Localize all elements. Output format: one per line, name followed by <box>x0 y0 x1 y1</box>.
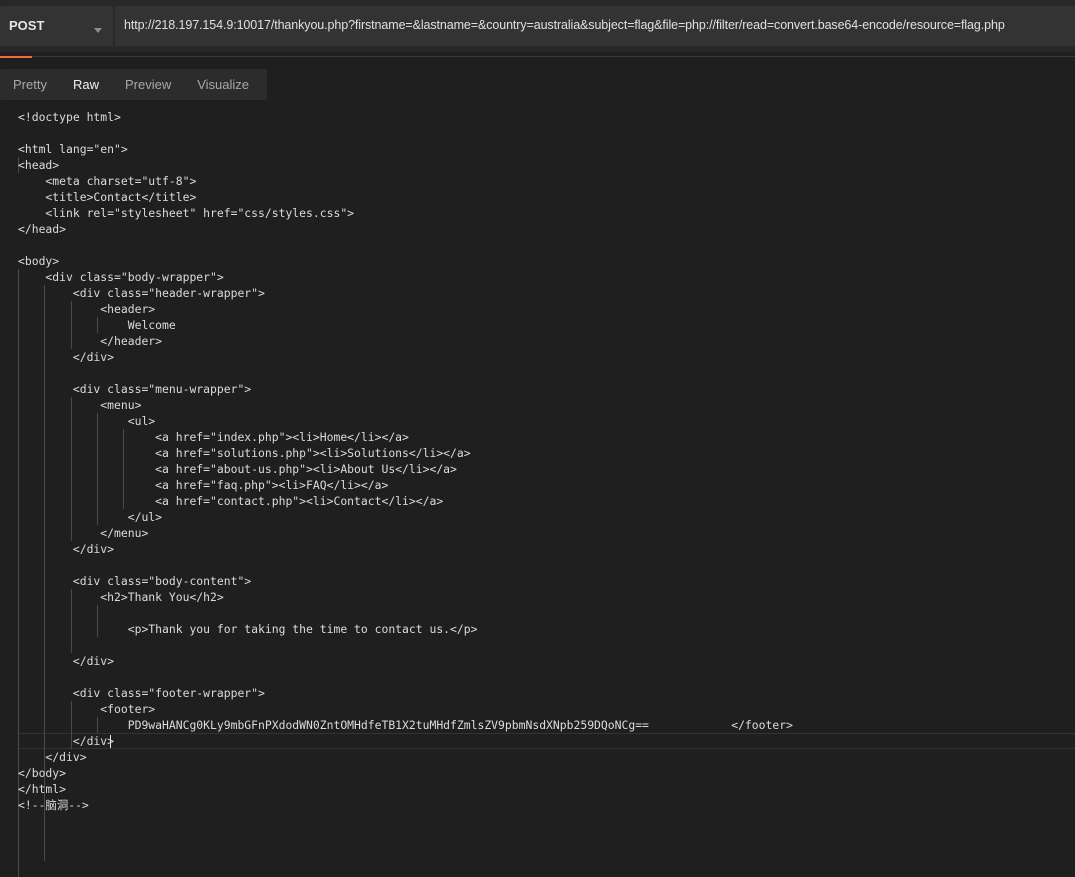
code-line: </head> <box>18 222 67 236</box>
code-line: <!doctype html> <box>18 110 121 124</box>
code-line: <title>Contact</title> <box>18 190 197 204</box>
request-bar: POST http://218.197.154.9:10017/thankyou… <box>0 0 1075 52</box>
code-line: <a href="solutions.php"><li>Solutions</l… <box>18 446 471 460</box>
code-line: <meta charset="utf-8"> <box>18 174 197 188</box>
code-line: PD9waHANCg0KLy9mbGFnPXdodWN0ZntOMHdfeTB1… <box>18 718 793 732</box>
code-line: <div class="footer-wrapper"> <box>18 686 265 700</box>
code-line: </html> <box>18 782 67 796</box>
code-line: </header> <box>18 334 163 348</box>
code-line: <div class="body-content"> <box>18 574 252 588</box>
code-line: <div class="body-wrapper"> <box>18 270 224 284</box>
code-line: <a href="faq.php"><li>FAQ</li></a> <box>18 478 389 492</box>
active-request-indicator <box>0 56 32 58</box>
code-line: <div class="menu-wrapper"> <box>18 382 252 396</box>
text-caret <box>110 735 111 748</box>
code-line: <ul> <box>18 414 156 428</box>
tab-visualize[interactable]: Visualize <box>184 69 262 100</box>
url-input[interactable]: http://218.197.154.9:10017/thankyou.php?… <box>115 6 1075 46</box>
code-line: <div class="header-wrapper"> <box>18 286 265 300</box>
code-line: </menu> <box>18 526 149 540</box>
tab-pretty[interactable]: Pretty <box>0 69 60 100</box>
code-line: <p>Thank you for taking the time to cont… <box>18 622 478 636</box>
raw-response-text[interactable]: <!doctype html> <html lang="en"> <head> <m… <box>18 109 793 813</box>
divider <box>32 56 1075 57</box>
code-line: <header> <box>18 302 156 316</box>
code-line: <footer> <box>18 702 156 716</box>
tab-preview[interactable]: Preview <box>112 69 184 100</box>
code-line: <h2>Thank You</h2> <box>18 590 224 604</box>
code-line: </body> <box>18 766 67 780</box>
response-body[interactable]: <!doctype html> <html lang="en"> <head> <m… <box>0 109 1075 877</box>
response-view-tabs: Pretty Raw Preview Visualize <box>0 69 267 100</box>
code-line: </div> <box>18 654 115 668</box>
code-line: <link rel="stylesheet" href="css/styles.… <box>18 206 355 220</box>
tab-raw[interactable]: Raw <box>59 69 112 100</box>
code-line: </div> <box>18 734 115 748</box>
code-line: </div> <box>18 750 87 764</box>
url-text: http://218.197.154.9:10017/thankyou.php?… <box>124 18 1005 32</box>
code-line: <a href="contact.php"><li>Contact</li></… <box>18 494 444 508</box>
code-line: </div> <box>18 350 115 364</box>
code-line: Welcome <box>18 318 176 332</box>
code-line: <a href="about-us.php"><li>About Us</li>… <box>18 462 457 476</box>
code-line: <head> <box>18 158 60 172</box>
code-line: <html lang="en"> <box>18 142 128 156</box>
code-line: <menu> <box>18 398 142 412</box>
method-label: POST <box>9 18 45 33</box>
method-select[interactable]: POST <box>0 6 113 46</box>
code-line: </ul> <box>18 510 163 524</box>
chevron-down-icon[interactable] <box>94 28 102 33</box>
code-line: <!--脑洞--> <box>18 798 89 812</box>
code-line: </div> <box>18 542 115 556</box>
code-line: <a href="index.php"><li>Home</li></a> <box>18 430 409 444</box>
code-line: <body> <box>18 254 60 268</box>
